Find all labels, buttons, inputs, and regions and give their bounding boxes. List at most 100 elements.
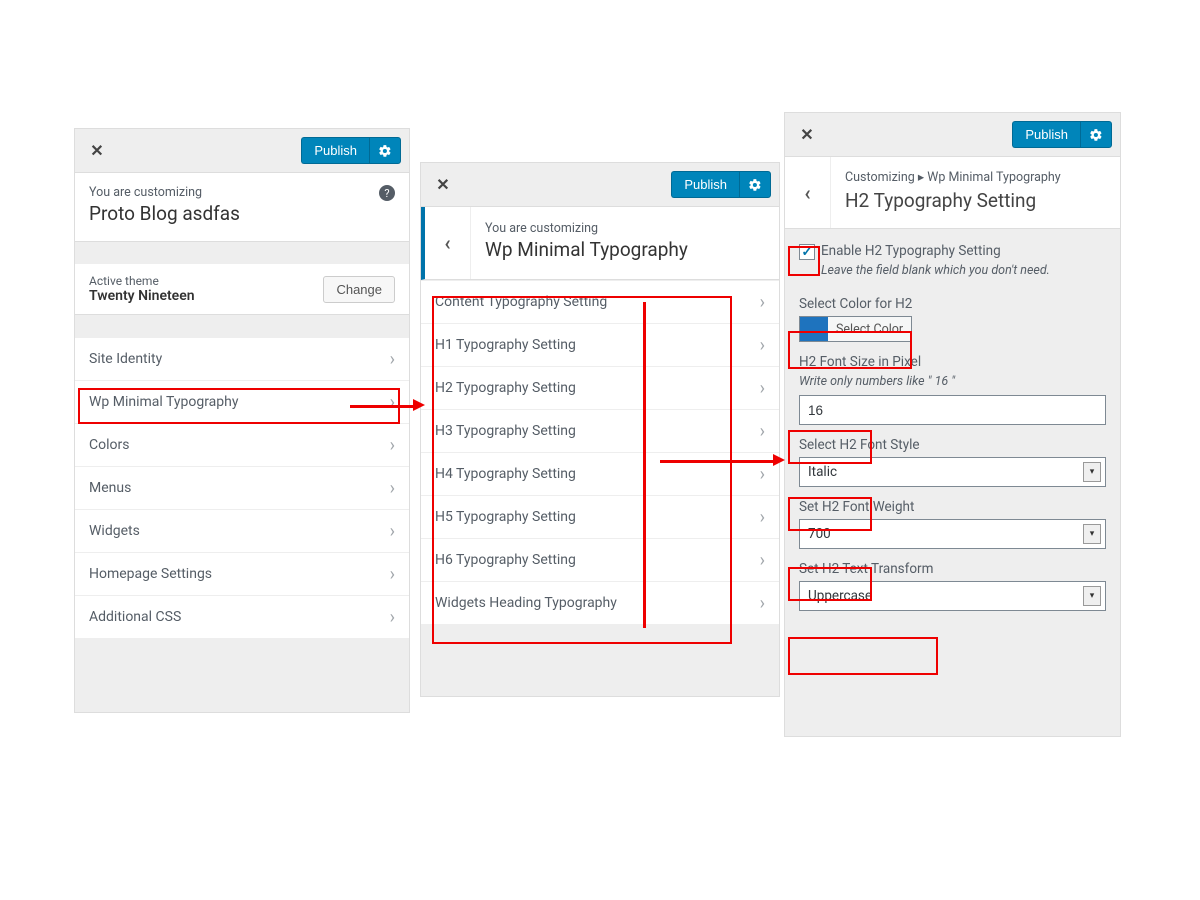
panel-header: ✕ Publish — [785, 113, 1120, 157]
annotation-arrow-head — [773, 454, 785, 466]
menu-item-label: H3 Typography Setting — [435, 423, 576, 439]
breadcrumb-separator: ▸ — [918, 170, 924, 185]
menu-h3-typography[interactable]: H3 Typography Setting › — [421, 409, 779, 453]
root-menu: Site Identity › Wp Minimal Typography › Co… — [75, 337, 409, 638]
chevron-right-icon: › — [760, 292, 765, 313]
back-button[interactable]: ‹ — [785, 157, 831, 228]
menu-h4-typography[interactable]: H4 Typography Setting › — [421, 452, 779, 496]
gear-icon — [378, 144, 392, 158]
section-intro: ‹ You are customizing Wp Minimal Typogra… — [421, 207, 779, 280]
chevron-right-icon: › — [390, 349, 395, 370]
enable-hint: Leave the field blank which you don't ne… — [821, 263, 1050, 278]
menu-content-typography[interactable]: Content Typography Setting › — [421, 280, 779, 324]
menu-item-label: Content Typography Setting — [435, 294, 607, 310]
fontweight-select[interactable]: 700 ▾ — [799, 519, 1106, 549]
menu-item-label: Homepage Settings — [89, 566, 212, 582]
change-theme-button[interactable]: Change — [323, 276, 395, 303]
customizer-settings-panel: ✕ Publish ‹ Customizing ▸ Wp Minimal Typ… — [784, 112, 1121, 737]
publish-settings-button[interactable] — [1080, 121, 1112, 148]
customizing-label: You are customizing — [485, 221, 688, 236]
breadcrumb-prefix: Customizing — [845, 170, 915, 185]
dropdown-arrow-icon: ▾ — [1083, 586, 1101, 606]
color-button-label: Select Color — [828, 322, 911, 337]
menu-additional-css[interactable]: Additional CSS › — [75, 595, 409, 639]
customizer-section-panel: ✕ Publish ‹ You are customizing Wp Minim… — [420, 162, 780, 697]
panel-header: ✕ Publish — [421, 163, 779, 207]
chevron-right-icon: › — [390, 435, 395, 456]
gear-icon — [748, 178, 762, 192]
color-label: Select Color for H2 — [799, 296, 1106, 312]
publish-button[interactable]: Publish — [671, 171, 739, 198]
menu-item-label: Menus — [89, 480, 131, 496]
menu-item-label: Additional CSS — [89, 609, 181, 625]
dropdown-arrow-icon: ▾ — [1083, 524, 1101, 544]
enable-checkbox[interactable]: ✓ — [799, 244, 815, 260]
customizing-label: You are customizing — [89, 185, 395, 200]
chevron-right-icon: › — [760, 378, 765, 399]
menu-wp-minimal-typography[interactable]: Wp Minimal Typography › — [75, 380, 409, 424]
chevron-right-icon: › — [390, 478, 395, 499]
chevron-right-icon: › — [760, 550, 765, 571]
transform-label: Set H2 Text Transform — [799, 561, 1106, 577]
menu-widgets-heading-typography[interactable]: Widgets Heading Typography› — [421, 581, 779, 625]
publish-group: Publish — [671, 171, 771, 198]
chevron-right-icon: › — [390, 607, 395, 628]
menu-item-label: H5 Typography Setting — [435, 509, 576, 525]
help-icon[interactable]: ? — [379, 185, 395, 201]
menu-h6-typography[interactable]: H6 Typography Setting › — [421, 538, 779, 582]
menu-widgets[interactable]: Widgets› — [75, 509, 409, 553]
close-button[interactable]: ✕ — [79, 133, 115, 169]
breadcrumb-section: Wp Minimal Typography — [927, 170, 1060, 185]
settings-intro: ‹ Customizing ▸ Wp Minimal Typography H2… — [785, 157, 1120, 229]
fontsize-input[interactable] — [799, 395, 1106, 425]
menu-item-label: Wp Minimal Typography — [89, 394, 239, 410]
chevron-right-icon: › — [760, 507, 765, 528]
typography-menu: Content Typography Setting › H1 Typograph… — [421, 280, 779, 624]
customizer-root-panel: ✕ Publish You are customizing Proto Blog… — [74, 128, 410, 713]
menu-h1-typography[interactable]: H1 Typography Setting› — [421, 323, 779, 367]
fontstyle-label: Select H2 Font Style — [799, 437, 1106, 453]
color-swatch — [800, 317, 828, 341]
transform-select[interactable]: Uppercase ▾ — [799, 581, 1106, 611]
close-button[interactable]: ✕ — [425, 167, 461, 203]
publish-group: Publish — [301, 137, 401, 164]
site-title: Proto Blog asdfas — [89, 202, 395, 225]
menu-site-identity[interactable]: Site Identity › — [75, 337, 409, 381]
menu-menus[interactable]: Menus › — [75, 466, 409, 510]
publish-button[interactable]: Publish — [1012, 121, 1080, 148]
menu-item-label: H4 Typography Setting — [435, 466, 576, 482]
chevron-right-icon: › — [390, 521, 395, 542]
dropdown-arrow-icon: ▾ — [1083, 462, 1101, 482]
color-picker[interactable]: Select Color — [799, 316, 912, 342]
fontweight-value: 700 — [808, 526, 831, 542]
chevron-right-icon: › — [760, 464, 765, 485]
customizing-intro: You are customizing Proto Blog asdfas ? — [75, 173, 409, 242]
active-theme-row: Active theme Twenty Nineteen Change — [75, 264, 409, 315]
chevron-right-icon: › — [760, 593, 765, 614]
active-theme-label: Active theme — [89, 274, 195, 288]
menu-item-label: Colors — [89, 437, 129, 453]
settings-body: ✓ Enable H2 Typography Setting Leave the… — [785, 229, 1120, 736]
menu-colors[interactable]: Colors › — [75, 423, 409, 467]
publish-settings-button[interactable] — [739, 171, 771, 198]
annotation-arrow — [350, 405, 415, 408]
publish-button[interactable]: Publish — [301, 137, 369, 164]
menu-h5-typography[interactable]: H5 Typography Setting › — [421, 495, 779, 539]
chevron-right-icon: › — [760, 421, 765, 442]
close-button[interactable]: ✕ — [789, 117, 825, 153]
publish-group: Publish — [1012, 121, 1112, 148]
back-button[interactable]: ‹ — [425, 207, 471, 279]
fontstyle-value: Italic — [808, 464, 837, 480]
menu-h2-typography[interactable]: H2 Typography Setting › — [421, 366, 779, 410]
panel-header: ✕ Publish — [75, 129, 409, 173]
publish-settings-button[interactable] — [369, 137, 401, 164]
menu-item-label: H2 Typography Setting — [435, 380, 576, 396]
chevron-right-icon: › — [390, 392, 395, 413]
menu-item-label: H6 Typography Setting — [435, 552, 576, 568]
breadcrumb: Customizing ▸ Wp Minimal Typography — [845, 169, 1061, 185]
chevron-right-icon: › — [390, 564, 395, 585]
menu-homepage-settings[interactable]: Homepage Settings › — [75, 552, 409, 596]
menu-item-label: Site Identity — [89, 351, 162, 367]
fontstyle-select[interactable]: Italic ▾ — [799, 457, 1106, 487]
annotation-divider — [643, 302, 646, 628]
